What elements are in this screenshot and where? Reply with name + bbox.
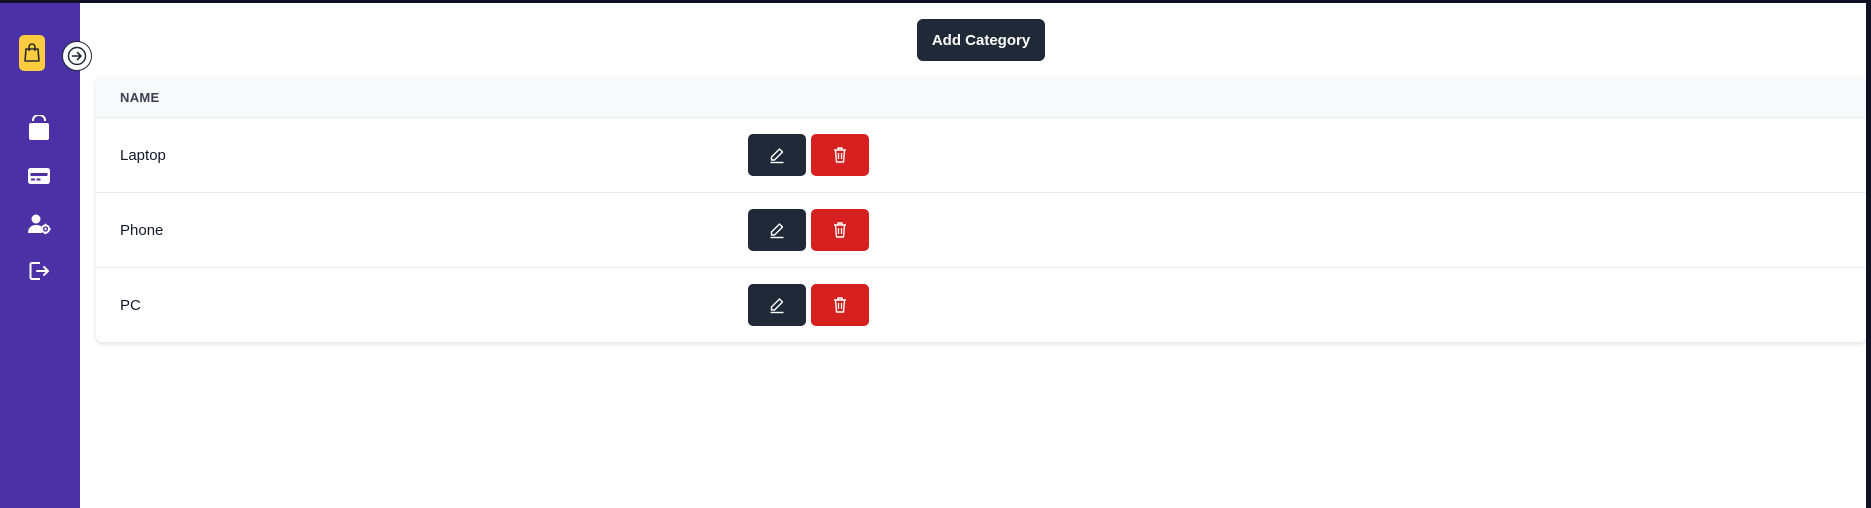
pencil-icon [770,223,784,239]
sidebar [0,3,80,508]
app-window: Add Category NAME Laptop Phone PC [0,3,1866,508]
table-row: Laptop [96,117,1866,192]
delete-button[interactable] [811,209,869,251]
add-category-button[interactable]: Add Category [917,19,1045,61]
column-header-name: NAME [120,89,160,105]
sidebar-item-logout[interactable] [26,258,52,284]
pencil-icon [770,298,784,314]
table-row: PC [96,267,1866,342]
sidebar-item-products[interactable] [26,115,52,141]
delete-button[interactable] [811,134,869,176]
sidebar-toggle-button[interactable] [62,41,92,71]
logout-icon [29,262,49,280]
user-settings-icon [28,214,51,235]
edit-button[interactable] [748,284,806,326]
trash-icon [834,147,846,163]
trash-icon [834,297,846,313]
row-actions [748,209,869,251]
table-header: NAME [96,77,1866,117]
pencil-icon [770,148,784,164]
arrow-right-icon [67,46,87,66]
delete-button[interactable] [811,284,869,326]
category-name: Phone [120,221,164,239]
row-actions [748,134,869,176]
category-name: PC [120,296,141,314]
shopping-bag-icon [24,43,40,62]
sidebar-item-orders[interactable] [26,163,52,189]
trash-icon [834,222,846,238]
edit-button[interactable] [748,134,806,176]
categories-table: NAME Laptop Phone PC [96,77,1866,342]
shopping-bag-icon [29,115,49,140]
credit-card-icon [28,168,50,184]
category-name: Laptop [120,146,166,164]
row-actions [748,284,869,326]
logo[interactable] [19,35,45,71]
table-row: Phone [96,192,1866,267]
main-content: Add Category NAME Laptop Phone PC [80,3,1866,508]
edit-button[interactable] [748,209,806,251]
sidebar-item-users[interactable] [26,211,52,237]
